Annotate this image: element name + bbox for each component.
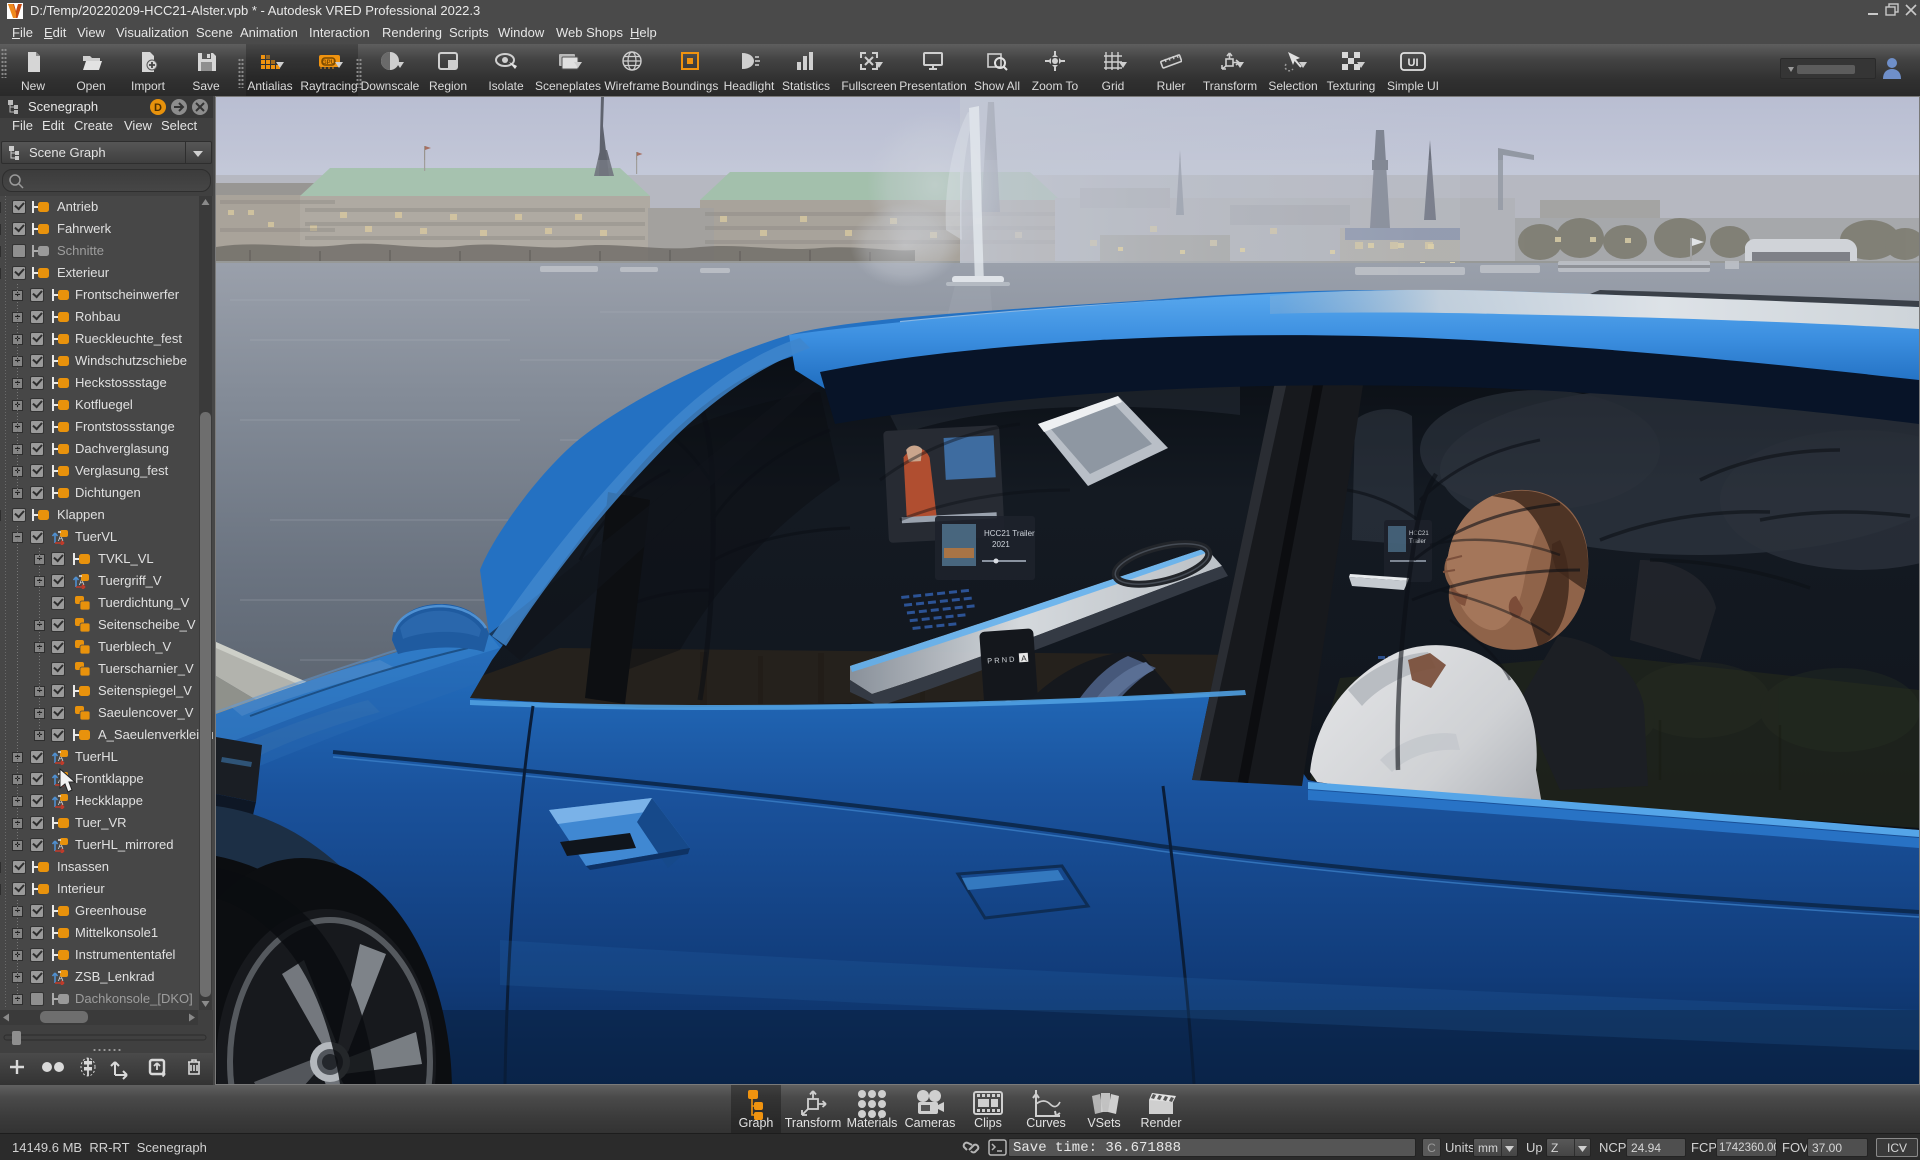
svg-text:Trailer: Trailer [1409, 539, 1426, 545]
svg-text:GPU: GPU [322, 60, 335, 66]
svg-text:UI: UI [1408, 57, 1419, 69]
svg-text:2021: 2021 [992, 540, 1010, 549]
svg-text:HCC21: HCC21 [1409, 531, 1429, 537]
svg-text:D: D [154, 102, 162, 114]
svg-text:HCC21 Trailer: HCC21 Trailer [984, 529, 1035, 538]
